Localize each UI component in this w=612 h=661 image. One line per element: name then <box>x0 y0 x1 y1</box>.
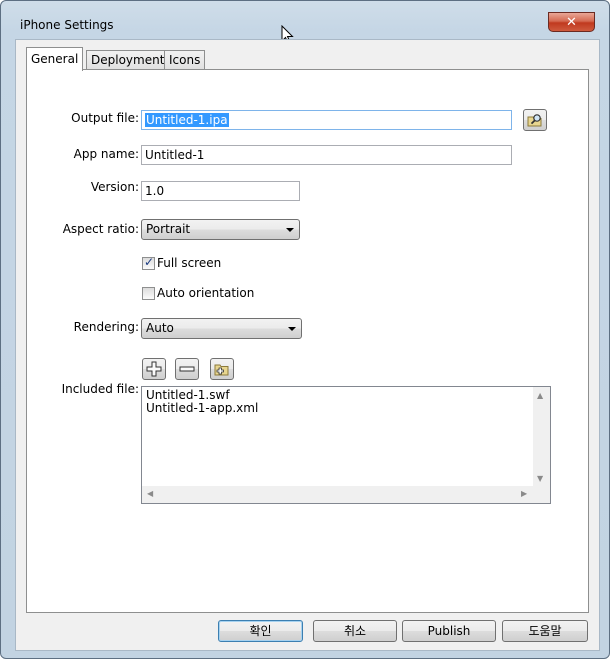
cancel-button[interactable]: 취소 <box>313 620 397 642</box>
folder-add-icon <box>214 364 229 376</box>
checkmark-icon: ✓ <box>144 255 155 269</box>
general-panel: Output file: Untitled-1.ipa App name: Un… <box>26 69 589 613</box>
scroll-right-icon[interactable]: ▶ <box>521 490 527 498</box>
chevron-down-icon <box>286 228 294 232</box>
version-input[interactable]: 1.0 <box>141 181 300 201</box>
app-name-input[interactable]: Untitled-1 <box>141 145 512 165</box>
aspect-ratio-select[interactable]: Portrait <box>141 219 300 240</box>
dialog-window: iPhone Settings ✕ General Deployment Ico… <box>0 0 610 659</box>
output-file-input[interactable]: Untitled-1.ipa <box>141 110 512 130</box>
close-icon: ✕ <box>566 14 577 30</box>
auto-orientation-checkbox[interactable] <box>142 287 155 300</box>
scroll-up-icon[interactable]: ▲ <box>537 392 543 400</box>
tab-deployment[interactable]: Deployment <box>86 50 170 70</box>
included-files-label: Included file: <box>61 382 139 396</box>
app-name-label: App name: <box>73 147 139 161</box>
vertical-scrollbar[interactable]: ▲ ▼ <box>533 387 550 488</box>
ok-button[interactable]: 확인 <box>218 620 303 642</box>
tab-general[interactable]: General <box>26 47 84 71</box>
full-screen-label: Full screen <box>157 256 222 270</box>
auto-orientation-label: Auto orientation <box>157 286 255 300</box>
folder-search-icon <box>527 114 542 127</box>
aspect-ratio-value: Portrait <box>146 222 191 236</box>
version-label: Version: <box>90 180 139 194</box>
help-button[interactable]: 도움말 <box>502 620 588 642</box>
included-files-list[interactable]: Untitled-1.swf Untitled-1-app.xml ▲ ▼ ◀ … <box>141 386 551 504</box>
full-screen-checkbox[interactable]: ✓ <box>142 255 155 270</box>
rendering-label: Rendering: <box>73 320 139 334</box>
output-file-label: Output file: <box>71 111 139 125</box>
minus-icon <box>179 366 195 372</box>
aspect-ratio-label: Aspect ratio: <box>62 222 139 236</box>
list-item[interactable]: Untitled-1-app.xml <box>146 402 258 415</box>
output-file-value: Untitled-1.ipa <box>145 113 229 127</box>
add-file-button[interactable] <box>142 358 166 380</box>
scroll-down-icon[interactable]: ▼ <box>537 475 543 483</box>
scroll-left-icon[interactable]: ◀ <box>147 490 153 498</box>
rendering-select[interactable]: Auto <box>141 318 302 339</box>
dialog-body: General Deployment Icons Output file: Un… <box>15 39 600 651</box>
horizontal-scrollbar[interactable]: ◀ ▶ <box>142 486 533 503</box>
rendering-value: Auto <box>146 321 174 335</box>
tab-icons[interactable]: Icons <box>164 50 206 70</box>
window-title: iPhone Settings <box>20 18 114 32</box>
add-folder-button[interactable] <box>210 358 234 380</box>
publish-button[interactable]: Publish <box>402 620 496 642</box>
chevron-down-icon <box>288 327 296 331</box>
close-button[interactable]: ✕ <box>548 12 595 32</box>
remove-file-button[interactable] <box>175 358 199 380</box>
browse-button[interactable] <box>523 109 547 131</box>
scrollbar-corner <box>533 486 550 503</box>
plus-icon <box>146 361 162 377</box>
